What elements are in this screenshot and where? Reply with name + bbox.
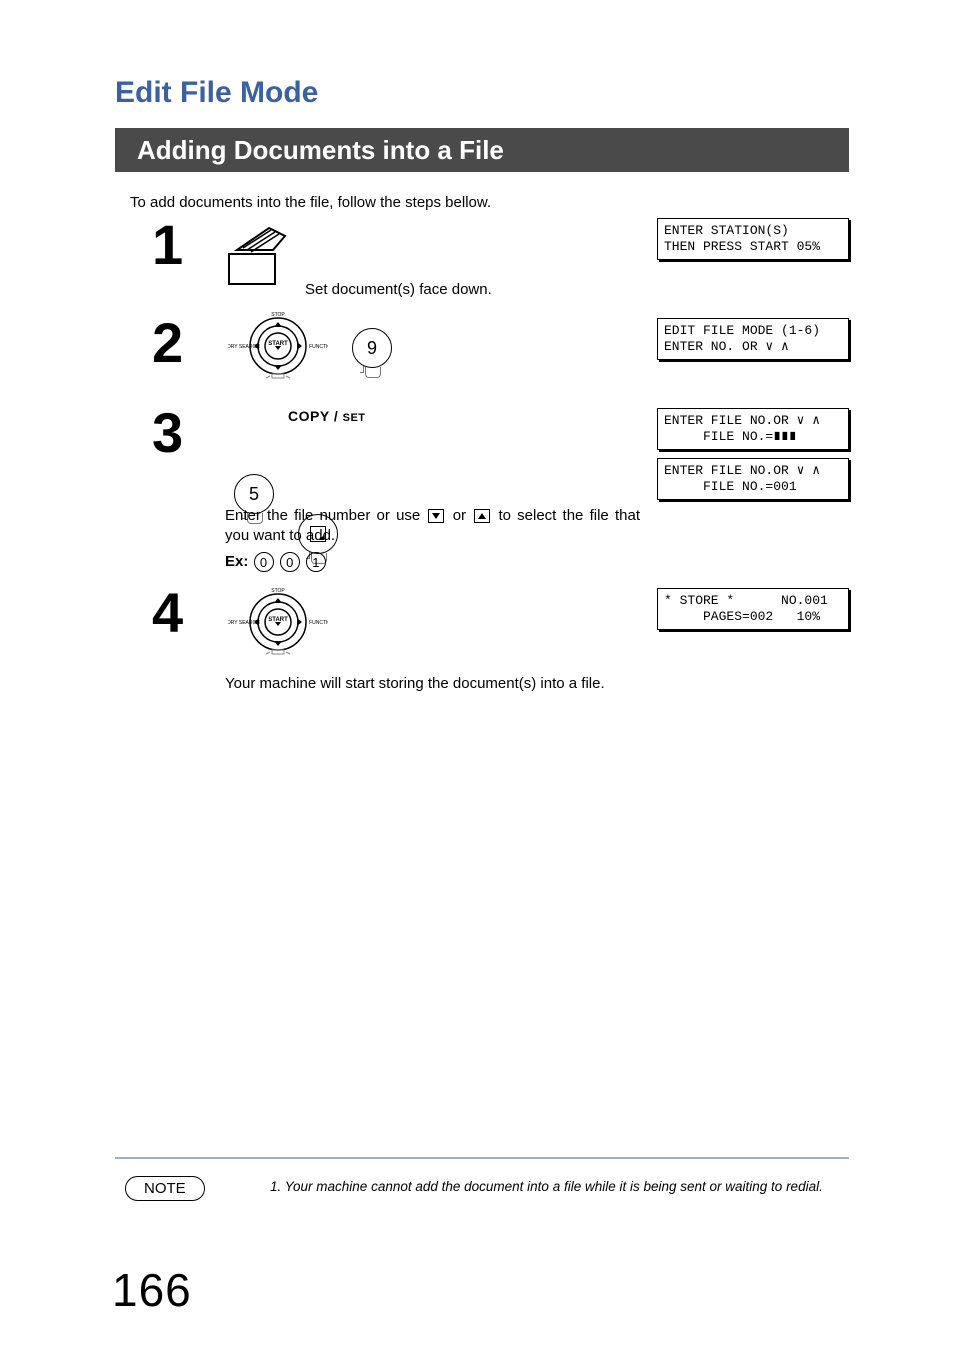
step-3-number: 3 [152, 400, 183, 465]
intro-text: To add documents into the file, follow t… [130, 194, 491, 211]
svg-text:FUNCTION: FUNCTION [309, 344, 328, 350]
step-3-body-middle: or [453, 507, 473, 524]
note-body: 1. Your machine cannot add the document … [270, 1179, 823, 1194]
ex-prefix: Ex: [225, 553, 248, 570]
page-title: Edit File Mode [115, 76, 318, 110]
step-4-body: Your machine will start storing the docu… [225, 675, 605, 692]
svg-text:FUNCTION: FUNCTION [309, 620, 328, 626]
svg-text:DIRECTORY SEARCH: DIRECTORY SEARCH [228, 344, 260, 350]
up-arrow-icon [474, 509, 490, 523]
lcd-display-1: ENTER STATION(S) THEN PRESS START 05% [657, 218, 849, 260]
copy-label: COPY [288, 408, 329, 424]
svg-text:STOP: STOP [271, 312, 285, 318]
step-1-text: Set document(s) face down. [305, 281, 492, 298]
step-4-number: 4 [152, 580, 183, 645]
step-3-body: Enter the file number or use or to selec… [225, 506, 640, 546]
section-header-bar: Adding Documents into a File [115, 128, 849, 172]
nav-dial-icon: START DIRECTORY SEARCH FUNCTION STOP [228, 312, 328, 380]
ex-digit-0: 0 [254, 552, 274, 572]
step-3-example: Ex: 0 0 1 [225, 552, 327, 572]
section-title: Adding Documents into a File [137, 135, 504, 166]
lcd-display-3a: ENTER FILE NO.OR ∨ ∧ FILE NO.=∎∎∎ [657, 408, 849, 450]
document-tray-icon [225, 220, 297, 292]
lcd-display-3b: ENTER FILE NO.OR ∨ ∧ FILE NO.=001 [657, 458, 849, 500]
step-2-number: 2 [152, 310, 183, 375]
svg-text:DIRECTORY SEARCH: DIRECTORY SEARCH [228, 620, 260, 626]
step-1-number: 1 [152, 212, 183, 277]
note-badge: NOTE [125, 1176, 205, 1201]
nav-dial-icon-2: START DIRECTORY SEARCH FUNCTION STOP [228, 588, 328, 656]
page-number: 166 [112, 1263, 192, 1317]
ex-digit-2: 1 [306, 552, 326, 572]
lcd-display-4: * STORE * NO.001 PAGES=002 10% [657, 588, 849, 630]
svg-text:STOP: STOP [271, 588, 285, 594]
lcd-display-2: EDIT FILE MODE (1-6) ENTER NO. OR ∨ ∧ [657, 318, 849, 360]
footer-rule [115, 1157, 849, 1159]
down-arrow-icon [428, 509, 444, 523]
step-3-body-before: Enter the file number or use [225, 507, 426, 524]
ex-digit-1: 0 [280, 552, 300, 572]
key-9-icon: 9 [352, 328, 392, 368]
note-text: 1. Your machine cannot add the document … [270, 1179, 823, 1194]
key-5-label: 5 [249, 484, 259, 505]
copy-set-label: COPY / SET [288, 408, 366, 424]
key-9-label: 9 [367, 338, 377, 359]
set-label: SET [343, 412, 366, 424]
